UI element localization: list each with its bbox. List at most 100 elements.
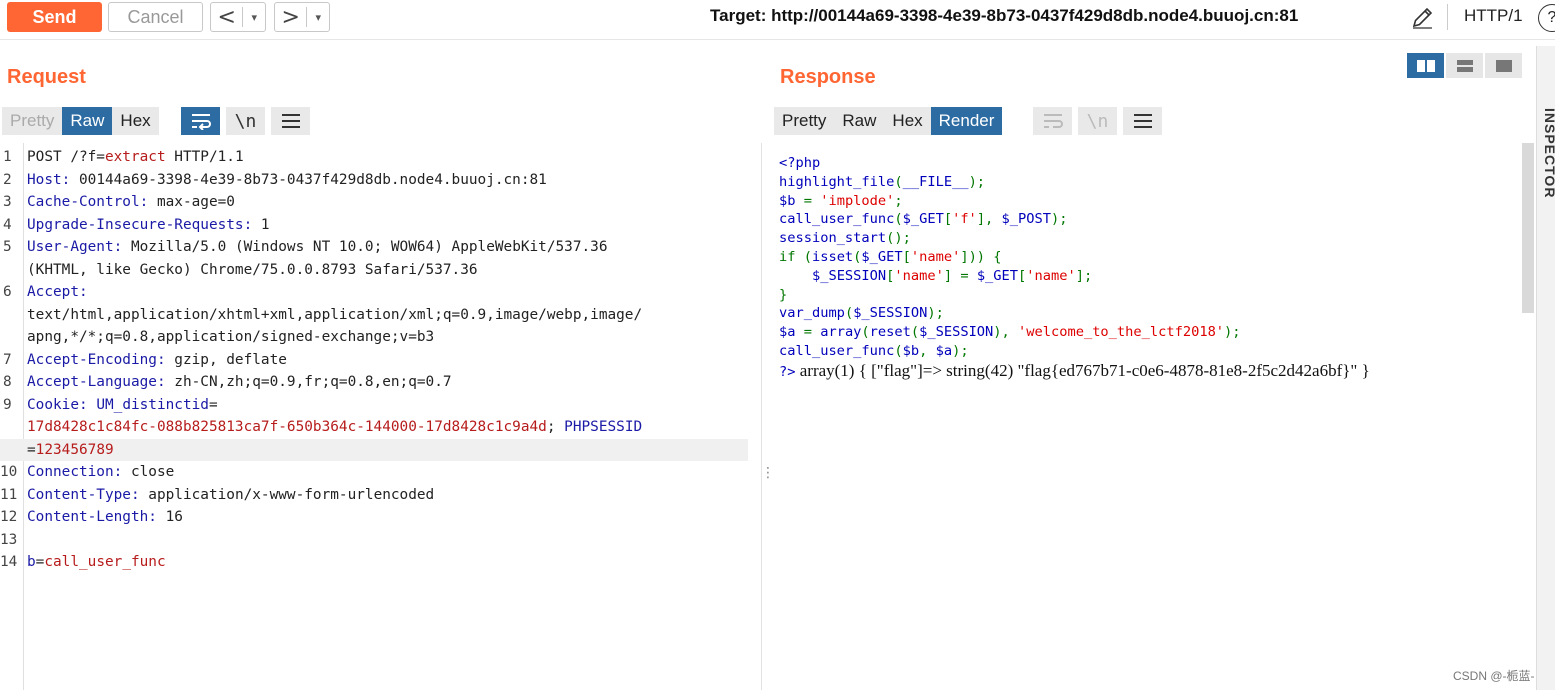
line-text: Accept-Language: zh-CN,zh;q=0.9,fr;q=0.8…: [27, 371, 452, 394]
request-line: text/html,application/xhtml+xml,applicat…: [0, 304, 748, 327]
http-version-selector[interactable]: HTTP/1: [1464, 6, 1523, 26]
token: $_SESSION: [919, 324, 994, 341]
chevron-down-icon[interactable]: ▾: [307, 11, 329, 24]
token: (: [861, 324, 870, 341]
response-tab-render[interactable]: Render: [930, 107, 1003, 135]
token: $b: [779, 192, 804, 209]
token: [: [902, 249, 911, 265]
token: $_SESSION: [811, 267, 887, 284]
request-view-tabs: Pretty Raw Hex: [2, 107, 159, 135]
forward-arrow-icon: >: [281, 4, 300, 30]
token: $_SESSION: [853, 305, 928, 322]
token: (KHTML, like Gecko) Chrome/75.0.0.8793 S…: [27, 261, 478, 278]
edit-target-icon[interactable]: [1408, 4, 1436, 32]
request-tab-raw[interactable]: Raw: [62, 107, 113, 135]
menu-icon[interactable]: [271, 107, 310, 135]
token: call_user_func: [779, 211, 895, 228]
php-source-line: $_SESSION['name'] = $_GET['name'];: [779, 267, 1092, 286]
request-editor[interactable]: 1 POST /?f=extract HTTP/1.1 2 Host: 00144a6…: [0, 143, 762, 690]
token: 'name': [910, 249, 961, 265]
line-number: 4: [3, 216, 12, 233]
request-line: 10 Connection: close: [0, 461, 748, 484]
php-source-line: $a = array(reset($_SESSION), 'welcome_to…: [779, 323, 1241, 342]
request-line: 5 User-Agent: Mozilla/5.0 (Windows NT 10.…: [0, 236, 748, 259]
token: $a: [935, 343, 953, 359]
response-tab-pretty[interactable]: Pretty: [774, 107, 834, 135]
chevron-down-icon[interactable]: ▾: [243, 11, 265, 24]
newline-toggle-icon: \n: [1078, 107, 1117, 135]
request-tab-hex[interactable]: Hex: [112, 107, 158, 135]
token: =: [208, 396, 218, 413]
token: b: [27, 554, 36, 570]
line-number: 10: [0, 464, 18, 480]
token: $a: [779, 324, 804, 341]
line-number: 6: [3, 284, 12, 300]
line-text: Cookie: UM_distinctid=: [27, 394, 218, 417]
request-line: 4 Upgrade-Insecure-Requests: 1: [0, 214, 748, 237]
line-text: Upgrade-Insecure-Requests: 1: [27, 214, 270, 237]
token: 'name': [894, 267, 944, 284]
menu-icon[interactable]: [1123, 107, 1162, 135]
layout-side-by-side-icon[interactable]: [1407, 53, 1444, 78]
request-line: 3 Cache-Control: max-age=0: [0, 191, 748, 214]
token: Content-Length:: [27, 509, 157, 525]
token: =: [803, 324, 821, 341]
newline-toggle-icon[interactable]: \n: [226, 107, 265, 135]
token: $b: [902, 343, 920, 359]
token: 16: [156, 509, 183, 525]
line-number: 5: [3, 239, 12, 255]
token: ();: [886, 230, 911, 247]
token: ];: [1075, 267, 1093, 284]
line-number: 12: [0, 509, 18, 525]
token: extract: [104, 149, 166, 165]
line-number: 2: [3, 171, 12, 188]
token: [: [943, 211, 953, 228]
help-icon[interactable]: ?: [1538, 4, 1555, 32]
response-title: Response: [780, 66, 876, 88]
token: if (: [779, 249, 812, 265]
token: ),: [993, 324, 1019, 341]
request-line: 12 Content-Length: 16: [0, 506, 748, 529]
forward-button[interactable]: > ▾: [274, 2, 330, 32]
token: gzip, deflate: [165, 351, 287, 368]
layout-stacked-icon[interactable]: [1446, 53, 1483, 78]
response-tab-hex[interactable]: Hex: [884, 107, 930, 135]
line-number: 7: [3, 351, 12, 368]
php-source-line: session_start();: [779, 229, 911, 248]
line-text: Connection: close: [27, 461, 174, 484]
token: );: [1051, 211, 1068, 228]
request-tab-pretty[interactable]: Pretty: [2, 107, 62, 135]
response-scrollbar[interactable]: [1522, 143, 1534, 313]
line-number: 1: [3, 149, 12, 165]
inspector-label[interactable]: INSPECTOR: [1542, 108, 1555, 198]
token: ;: [894, 192, 903, 209]
token: );: [927, 305, 944, 322]
request-line: apng,*/*;q=0.8,application/signed-exchan…: [0, 326, 748, 349]
token: __FILE__: [902, 173, 969, 190]
cancel-button[interactable]: Cancel: [108, 2, 203, 32]
flag-output: array(1) { ["flag"]=> string(42) "flag{e…: [795, 361, 1370, 380]
line-number: 3: [3, 194, 12, 210]
line-text: POST /?f=extract HTTP/1.1: [27, 146, 244, 169]
token: POST /?f=: [27, 149, 105, 165]
line-text: Content-Length: 16: [27, 506, 183, 529]
response-tab-raw[interactable]: Raw: [834, 107, 884, 135]
php-source-line: }: [779, 286, 787, 305]
wrap-lines-icon[interactable]: [181, 107, 220, 135]
token: ])) {: [960, 249, 1002, 265]
token: (: [894, 173, 903, 190]
watermark: CSDN @-栀蓝-: [1453, 669, 1535, 683]
panel-splitter[interactable]: ⋮: [761, 466, 775, 490]
token: Accept:: [27, 284, 88, 300]
token: Cache-Control:: [27, 194, 149, 210]
token: UM_distinctid: [96, 396, 209, 413]
request-line: 6 Accept:: [0, 281, 748, 304]
token: );: [1224, 324, 1241, 341]
token: var_dump: [779, 305, 845, 322]
php-source-line: $b = 'implode';: [779, 192, 903, 211]
php-source-line: call_user_func($_GET['f'], $_POST);: [779, 210, 1067, 229]
send-button[interactable]: Send: [7, 2, 102, 32]
back-button[interactable]: < ▾: [210, 2, 266, 32]
layout-tabs-icon[interactable]: [1485, 53, 1522, 78]
token: Host:: [27, 171, 71, 188]
